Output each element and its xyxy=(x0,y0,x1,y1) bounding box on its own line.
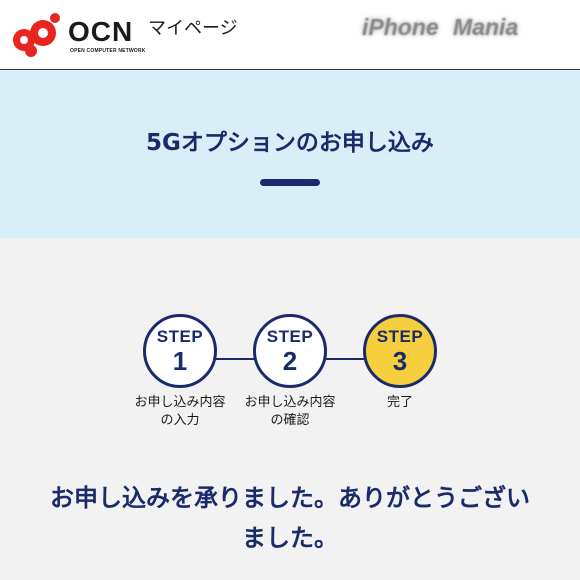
step-3-number: 3 xyxy=(392,346,408,376)
completion-message-line2: ました。 xyxy=(242,524,338,552)
watermark: iPhone Mania xyxy=(362,14,519,40)
page-title: 5Gオプションのお申し込み xyxy=(146,130,434,156)
step-1-label-line1: お申し込み内容 xyxy=(134,395,226,410)
step-2-label-line1: お申し込み内容 xyxy=(244,395,336,410)
step-2-word: STEP xyxy=(266,327,314,346)
step-1-label-line2: の入力 xyxy=(160,413,200,428)
step-connector-1-2 xyxy=(215,358,257,360)
completion-message: お申し込みを承りました。ありがとうござい ました。 xyxy=(0,478,580,558)
step-2-label-line2: の確認 xyxy=(270,413,310,428)
logo-text: OCN xyxy=(68,16,134,47)
step-3-circle: STEP 3 xyxy=(363,314,437,388)
step-1-circle: STEP 1 xyxy=(143,314,217,388)
step-2-label: お申し込み内容 の確認 xyxy=(230,394,350,430)
logo-subtext: OPEN COMPUTER NETWORK xyxy=(70,48,146,54)
title-underline xyxy=(260,179,320,186)
site-header: OCN OPEN COMPUTER NETWORK マイページ iPhone M… xyxy=(0,0,580,70)
ocn-logo[interactable]: OCN OPEN COMPUTER NETWORK xyxy=(10,10,150,60)
step-3-label: 完了 xyxy=(340,394,460,412)
mypage-label: マイページ xyxy=(148,18,238,39)
step-3-label-line1: 完了 xyxy=(386,395,413,410)
title-band: 5Gオプションのお申し込み xyxy=(0,70,580,238)
step-2-circle: STEP 2 xyxy=(253,314,327,388)
step-2-number: 2 xyxy=(282,346,298,376)
step-1-number: 1 xyxy=(172,346,188,376)
completion-message-line1: お申し込みを承りました。ありがとうござい xyxy=(50,484,530,512)
step-connector-2-3 xyxy=(325,358,367,360)
step-1-label: お申し込み内容 の入力 xyxy=(120,394,240,430)
ocn-logo-mark-icon xyxy=(13,13,60,57)
step-3-word: STEP xyxy=(376,327,424,346)
step-1-word: STEP xyxy=(156,327,204,346)
